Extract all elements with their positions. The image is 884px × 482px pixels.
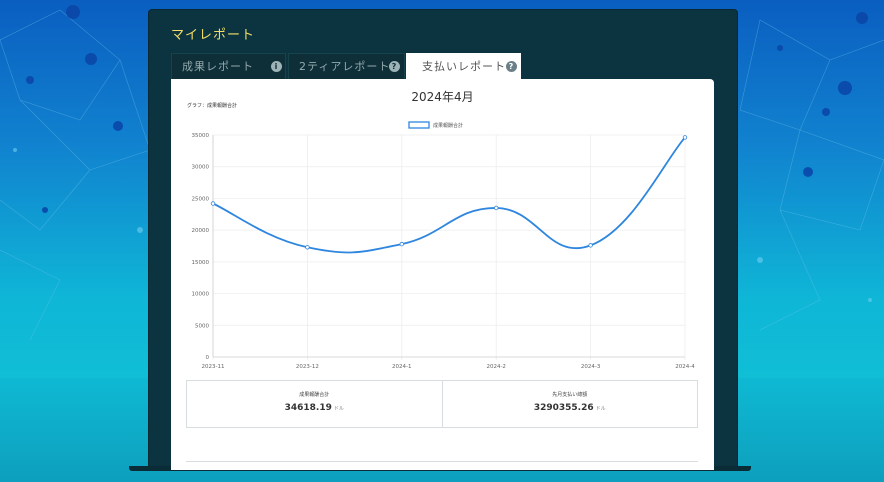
summary-unit: ドル — [595, 406, 606, 412]
y-tick-label: 5000 — [195, 323, 209, 329]
y-tick-label: 10000 — [192, 292, 210, 298]
info-icon[interactable]: i — [271, 61, 282, 72]
tab-label: 支払いレポート — [422, 60, 506, 73]
summary-value-row: 3290355.26 ドル — [443, 403, 698, 413]
summary-label: 成果報酬合計 — [299, 392, 330, 398]
tab-label: 2ティアレポート — [299, 60, 391, 73]
page-title: マイレポート — [171, 28, 256, 43]
payment-line-chart: 0 5000 10000 15000 20000 25000 30000 35000 2023-… — [192, 121, 695, 370]
summary-value-row: 34618.19 ドル — [187, 403, 442, 413]
divider — [186, 461, 698, 462]
legend-label: 成果報酬合計 — [433, 122, 463, 129]
series-line — [212, 136, 686, 254]
y-tick-label: 20000 — [192, 228, 210, 234]
tab-label: 成果レポート — [182, 60, 254, 73]
data-point — [494, 205, 499, 211]
info-icon[interactable]: ? — [389, 61, 400, 72]
tab-2tier-report[interactable]: 2ティアレポート ? — [288, 53, 405, 79]
summary-cell-total: 成果報酬合計 34618.19 ドル — [187, 381, 442, 427]
x-tick-label: 2024-1 — [392, 364, 411, 370]
data-point — [399, 241, 404, 247]
tab-payment-report[interactable]: 支払いレポート ? — [406, 53, 521, 79]
summary-value: 34618.19 — [284, 403, 332, 413]
info-icon[interactable]: ? — [506, 61, 517, 72]
y-tick-label: 25000 — [192, 196, 210, 202]
summary-label: 先月支払い總額 — [552, 392, 588, 398]
y-tick-label: 30000 — [192, 165, 210, 171]
report-panel: 2024年4月 グラフ：成果報酬合計 0 5000 10000 15000 20000 2… — [171, 79, 714, 470]
tab-performance-report[interactable]: 成果レポート i — [171, 53, 286, 79]
y-tick-label: 35000 — [192, 133, 210, 139]
x-tick-label: 2024-2 — [486, 364, 505, 370]
data-point — [305, 245, 310, 250]
y-tick-label: 15000 — [192, 260, 210, 266]
summary-box: 成果報酬合計 34618.19 ドル 先月支払い總額 3290355.26 ドル — [186, 380, 698, 428]
y-tick-label: 0 — [206, 355, 210, 361]
data-point — [682, 135, 688, 140]
x-tick-label: 2023-11 — [202, 364, 225, 370]
data-point — [588, 243, 593, 248]
legend-swatch — [408, 121, 430, 129]
summary-cell-last-month: 先月支払い總額 3290355.26 ドル — [441, 381, 698, 427]
data-point — [210, 201, 216, 206]
x-tick-label: 2023-12 — [296, 364, 319, 370]
x-tick-label: 2024-4 — [675, 364, 695, 370]
summary-unit: ドル — [333, 406, 344, 412]
x-tick-label: 2024-3 — [581, 364, 601, 370]
summary-value: 3290355.26 — [533, 403, 594, 413]
